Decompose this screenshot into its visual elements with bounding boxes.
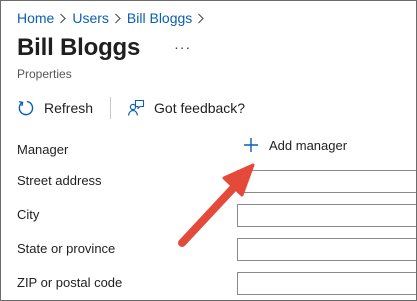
more-options-button[interactable]: ··· [174, 40, 191, 54]
breadcrumb-home[interactable]: Home [17, 10, 54, 26]
chevron-right-icon [192, 11, 210, 25]
breadcrumb: Home Users Bill Bloggs [17, 10, 210, 26]
city-input[interactable] [237, 204, 416, 227]
add-manager-button[interactable]: Add manager [243, 137, 347, 153]
manager-label: Manager [17, 142, 69, 157]
properties-panel: Home Users Bill Bloggs Bill Bloggs ··· P… [0, 0, 417, 301]
feedback-button[interactable]: Got feedback? [127, 99, 245, 117]
street-address-label: Street address [17, 173, 102, 188]
zip-postal-code-label: ZIP or postal code [17, 275, 123, 290]
refresh-button[interactable]: Refresh [17, 99, 93, 117]
plus-icon [243, 137, 259, 153]
refresh-label: Refresh [44, 100, 94, 116]
chevron-right-icon [109, 11, 127, 25]
page-subtitle: Properties [17, 67, 72, 81]
title-row: Bill Bloggs ··· [17, 34, 191, 62]
feedback-icon [127, 99, 145, 117]
page-title: Bill Bloggs [17, 34, 141, 61]
street-address-input[interactable] [237, 170, 416, 193]
state-province-label: State or province [17, 241, 116, 256]
zip-postal-code-input[interactable] [237, 272, 416, 295]
add-manager-label: Add manager [269, 137, 348, 153]
state-province-input[interactable] [237, 238, 416, 261]
breadcrumb-users[interactable]: Users [72, 10, 109, 26]
toolbar: Refresh Got feedback? [17, 95, 245, 121]
refresh-icon [17, 99, 35, 117]
breadcrumb-user[interactable]: Bill Bloggs [127, 10, 192, 26]
arrow-shaft [178, 179, 242, 247]
city-label: City [17, 207, 40, 222]
chevron-right-icon [54, 11, 72, 25]
feedback-label: Got feedback? [154, 100, 246, 116]
toolbar-divider [110, 97, 112, 119]
